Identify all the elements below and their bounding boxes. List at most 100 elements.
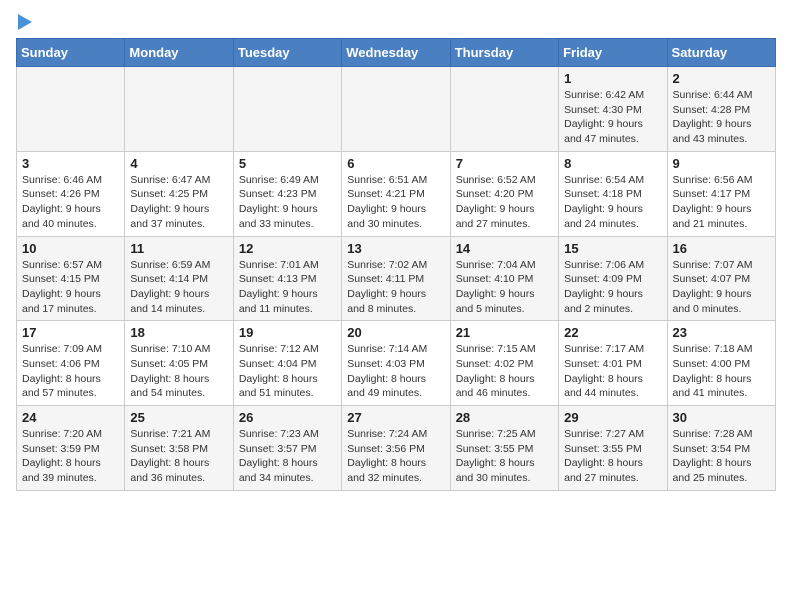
- header-row: SundayMondayTuesdayWednesdayThursdayFrid…: [17, 39, 776, 67]
- calendar-cell: 13 Sunrise: 7:02 AM Sunset: 4:11 PM Dayli…: [342, 236, 450, 321]
- day-info: Sunrise: 7:09 AM Sunset: 4:06 PM Dayligh…: [22, 342, 119, 401]
- day-number: 20: [347, 325, 444, 340]
- calendar-cell: [125, 67, 233, 152]
- calendar-cell: 27Sunrise: 7:24 AM Sunset: 3:56 PM Dayli…: [342, 406, 450, 491]
- day-info: Sunrise: 6:44 AM Sunset: 4:28 PM Dayligh…: [673, 88, 770, 147]
- day-info: Sunrise: 7:06 AM Sunset: 4:09 PM Dayligh…: [564, 258, 661, 317]
- day-info: Sunrise: 7:17 AM Sunset: 4:01 PM Dayligh…: [564, 342, 661, 401]
- day-number: 13: [347, 241, 444, 256]
- header-cell-monday: Monday: [125, 39, 233, 67]
- calendar-cell: 18Sunrise: 7:10 AM Sunset: 4:05 PM Dayli…: [125, 321, 233, 406]
- day-number: 27: [347, 410, 444, 425]
- day-number: 6: [347, 156, 444, 171]
- calendar-body: 1 Sunrise: 6:42 AM Sunset: 4:30 PM Daylig…: [17, 67, 776, 491]
- header-cell-thursday: Thursday: [450, 39, 558, 67]
- day-number: 16: [673, 241, 770, 256]
- day-info: Sunrise: 7:23 AM Sunset: 3:57 PM Dayligh…: [239, 427, 336, 486]
- header-cell-friday: Friday: [559, 39, 667, 67]
- calendar-cell: 25 Sunrise: 7:21 AM Sunset: 3:58 PM Dayli…: [125, 406, 233, 491]
- logo: [16, 16, 32, 30]
- logo-arrow-icon: [18, 14, 32, 30]
- day-info: Sunrise: 6:49 AM Sunset: 4:23 PM Dayligh…: [239, 173, 336, 232]
- header-cell-saturday: Saturday: [667, 39, 775, 67]
- day-number: 21: [456, 325, 553, 340]
- day-number: 17: [22, 325, 119, 340]
- day-number: 10: [22, 241, 119, 256]
- calendar-cell: 11 Sunrise: 6:59 AM Sunset: 4:14 PM Dayli…: [125, 236, 233, 321]
- calendar-cell: 30Sunrise: 7:28 AM Sunset: 3:54 PM Dayli…: [667, 406, 775, 491]
- day-number: 3: [22, 156, 119, 171]
- calendar-cell: 21 Sunrise: 7:15 AM Sunset: 4:02 PM Dayli…: [450, 321, 558, 406]
- calendar-cell: 19 Sunrise: 7:12 AM Sunset: 4:04 PM Dayli…: [233, 321, 341, 406]
- day-number: 9: [673, 156, 770, 171]
- header-cell-tuesday: Tuesday: [233, 39, 341, 67]
- day-number: 19: [239, 325, 336, 340]
- day-info: Sunrise: 6:51 AM Sunset: 4:21 PM Dayligh…: [347, 173, 444, 232]
- day-number: 12: [239, 241, 336, 256]
- day-info: Sunrise: 7:02 AM Sunset: 4:11 PM Dayligh…: [347, 258, 444, 317]
- calendar-cell: 16 Sunrise: 7:07 AM Sunset: 4:07 PM Dayli…: [667, 236, 775, 321]
- day-number: 1: [564, 71, 661, 86]
- calendar-cell: 26Sunrise: 7:23 AM Sunset: 3:57 PM Dayli…: [233, 406, 341, 491]
- calendar-week-1: 1 Sunrise: 6:42 AM Sunset: 4:30 PM Daylig…: [17, 67, 776, 152]
- calendar-cell: 12 Sunrise: 7:01 AM Sunset: 4:13 PM Dayli…: [233, 236, 341, 321]
- day-info: Sunrise: 7:15 AM Sunset: 4:02 PM Dayligh…: [456, 342, 553, 401]
- day-info: Sunrise: 7:10 AM Sunset: 4:05 PM Dayligh…: [130, 342, 227, 401]
- day-info: Sunrise: 6:54 AM Sunset: 4:18 PM Dayligh…: [564, 173, 661, 232]
- calendar-header: SundayMondayTuesdayWednesdayThursdayFrid…: [17, 39, 776, 67]
- day-info: Sunrise: 7:14 AM Sunset: 4:03 PM Dayligh…: [347, 342, 444, 401]
- header-cell-wednesday: Wednesday: [342, 39, 450, 67]
- calendar-cell: 8Sunrise: 6:54 AM Sunset: 4:18 PM Daylig…: [559, 151, 667, 236]
- day-number: 4: [130, 156, 227, 171]
- calendar-week-3: 10 Sunrise: 6:57 AM Sunset: 4:15 PM Dayli…: [17, 236, 776, 321]
- calendar-cell: 6 Sunrise: 6:51 AM Sunset: 4:21 PM Daylig…: [342, 151, 450, 236]
- calendar-cell: 29 Sunrise: 7:27 AM Sunset: 3:55 PM Dayli…: [559, 406, 667, 491]
- calendar-cell: [233, 67, 341, 152]
- calendar-week-2: 3 Sunrise: 6:46 AM Sunset: 4:26 PM Daylig…: [17, 151, 776, 236]
- day-info: Sunrise: 7:04 AM Sunset: 4:10 PM Dayligh…: [456, 258, 553, 317]
- day-number: 25: [130, 410, 227, 425]
- day-info: Sunrise: 7:20 AM Sunset: 3:59 PM Dayligh…: [22, 427, 119, 486]
- calendar-cell: 10 Sunrise: 6:57 AM Sunset: 4:15 PM Dayli…: [17, 236, 125, 321]
- day-info: Sunrise: 7:12 AM Sunset: 4:04 PM Dayligh…: [239, 342, 336, 401]
- day-number: 14: [456, 241, 553, 256]
- day-info: Sunrise: 6:52 AM Sunset: 4:20 PM Dayligh…: [456, 173, 553, 232]
- calendar-cell: 4 Sunrise: 6:47 AM Sunset: 4:25 PM Daylig…: [125, 151, 233, 236]
- calendar-cell: 15Sunrise: 7:06 AM Sunset: 4:09 PM Dayli…: [559, 236, 667, 321]
- calendar-cell: 2 Sunrise: 6:44 AM Sunset: 4:28 PM Daylig…: [667, 67, 775, 152]
- calendar-cell: 14 Sunrise: 7:04 AM Sunset: 4:10 PM Dayli…: [450, 236, 558, 321]
- calendar-cell: 28 Sunrise: 7:25 AM Sunset: 3:55 PM Dayli…: [450, 406, 558, 491]
- calendar-cell: [450, 67, 558, 152]
- page-header: [16, 16, 776, 30]
- day-info: Sunrise: 7:07 AM Sunset: 4:07 PM Dayligh…: [673, 258, 770, 317]
- day-info: Sunrise: 6:59 AM Sunset: 4:14 PM Dayligh…: [130, 258, 227, 317]
- calendar-cell: 22Sunrise: 7:17 AM Sunset: 4:01 PM Dayli…: [559, 321, 667, 406]
- day-info: Sunrise: 6:57 AM Sunset: 4:15 PM Dayligh…: [22, 258, 119, 317]
- day-info: Sunrise: 7:01 AM Sunset: 4:13 PM Dayligh…: [239, 258, 336, 317]
- day-info: Sunrise: 7:27 AM Sunset: 3:55 PM Dayligh…: [564, 427, 661, 486]
- calendar-cell: 7 Sunrise: 6:52 AM Sunset: 4:20 PM Daylig…: [450, 151, 558, 236]
- calendar-week-4: 17 Sunrise: 7:09 AM Sunset: 4:06 PM Dayli…: [17, 321, 776, 406]
- calendar-cell: 17 Sunrise: 7:09 AM Sunset: 4:06 PM Dayli…: [17, 321, 125, 406]
- day-number: 11: [130, 241, 227, 256]
- day-info: Sunrise: 6:42 AM Sunset: 4:30 PM Dayligh…: [564, 88, 661, 147]
- day-info: Sunrise: 6:47 AM Sunset: 4:25 PM Dayligh…: [130, 173, 227, 232]
- day-info: Sunrise: 7:25 AM Sunset: 3:55 PM Dayligh…: [456, 427, 553, 486]
- day-number: 23: [673, 325, 770, 340]
- day-number: 29: [564, 410, 661, 425]
- day-number: 7: [456, 156, 553, 171]
- day-number: 24: [22, 410, 119, 425]
- calendar-cell: 23Sunrise: 7:18 AM Sunset: 4:00 PM Dayli…: [667, 321, 775, 406]
- day-number: 28: [456, 410, 553, 425]
- day-info: Sunrise: 6:56 AM Sunset: 4:17 PM Dayligh…: [673, 173, 770, 232]
- calendar-cell: [342, 67, 450, 152]
- calendar-cell: 20 Sunrise: 7:14 AM Sunset: 4:03 PM Dayli…: [342, 321, 450, 406]
- day-number: 30: [673, 410, 770, 425]
- day-info: Sunrise: 7:21 AM Sunset: 3:58 PM Dayligh…: [130, 427, 227, 486]
- calendar-cell: 9 Sunrise: 6:56 AM Sunset: 4:17 PM Daylig…: [667, 151, 775, 236]
- day-number: 2: [673, 71, 770, 86]
- calendar-cell: 5 Sunrise: 6:49 AM Sunset: 4:23 PM Daylig…: [233, 151, 341, 236]
- header-cell-sunday: Sunday: [17, 39, 125, 67]
- day-info: Sunrise: 6:46 AM Sunset: 4:26 PM Dayligh…: [22, 173, 119, 232]
- day-number: 5: [239, 156, 336, 171]
